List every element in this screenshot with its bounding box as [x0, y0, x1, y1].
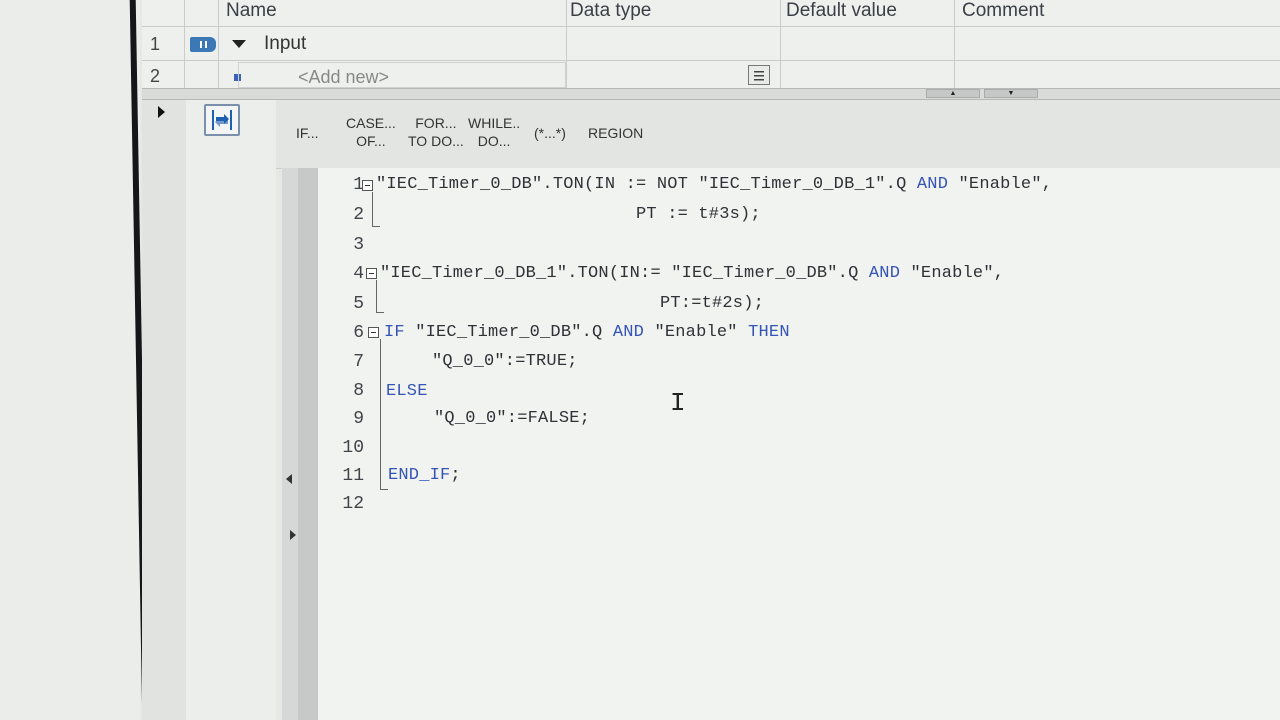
- fold-guide: [372, 192, 373, 226]
- left-margin: [0, 0, 140, 720]
- editor-side-panel: [186, 100, 276, 720]
- column-header-default-value[interactable]: Default value: [786, 0, 897, 24]
- vertical-scrollbar[interactable]: [282, 168, 298, 720]
- add-new-placeholder[interactable]: <Add new>: [298, 67, 389, 88]
- column-separator: [566, 0, 567, 90]
- input-section-name[interactable]: Input: [264, 33, 306, 55]
- column-separator: [184, 0, 185, 90]
- fold-guide: [380, 339, 381, 489]
- insert-if-button[interactable]: IF...: [296, 124, 319, 142]
- insert-case-button[interactable]: CASE... OF...: [346, 114, 396, 150]
- fold-guide: [376, 280, 377, 312]
- row-divider: [142, 60, 1280, 61]
- line-number: 3: [353, 235, 364, 255]
- line-number: 10: [342, 438, 364, 458]
- line-number: 1: [353, 175, 364, 195]
- line-number: 12: [342, 494, 364, 514]
- fold-guide: [372, 226, 380, 227]
- text-cursor-icon: I: [670, 388, 686, 418]
- fold-guide: [380, 489, 388, 490]
- line-number: 4: [353, 264, 364, 284]
- insert-for-button[interactable]: FOR... TO DO...: [408, 114, 464, 150]
- code-line-2[interactable]: PT := t#3s);: [636, 205, 761, 224]
- swap-arrows-icon: [212, 110, 232, 130]
- input-section-icon: [190, 37, 216, 52]
- line-number: 6: [353, 323, 364, 343]
- pane-splitter[interactable]: ▲ ▼: [142, 88, 1280, 100]
- code-line-4[interactable]: "IEC_Timer_0_DB_1".TON(IN:= "IEC_Timer_0…: [380, 264, 1004, 283]
- interface-table: Name Data type Default value Comment 1 I…: [142, 0, 1280, 92]
- instruction-toolbar: IF... CASE... OF... FOR... TO DO... WHILE.…: [276, 100, 1280, 169]
- column-header-name[interactable]: Name: [226, 0, 277, 24]
- line-number: 8: [353, 381, 364, 401]
- line-number: 9: [353, 409, 364, 429]
- insert-comment-button[interactable]: (*...*): [534, 124, 566, 142]
- code-line-7[interactable]: "Q_0_0":=TRUE;: [432, 352, 578, 371]
- fold-toggle-icon[interactable]: [366, 268, 377, 279]
- line-number: 2: [353, 205, 364, 225]
- scl-code-editor[interactable]: [318, 168, 1280, 720]
- fold-guide: [376, 312, 384, 313]
- column-header-data-type[interactable]: Data type: [570, 0, 651, 24]
- column-header-comment[interactable]: Comment: [962, 0, 1044, 24]
- fold-toggle-icon[interactable]: [362, 180, 373, 191]
- column-separator: [218, 0, 219, 90]
- data-type-dropdown-icon[interactable]: [748, 65, 770, 85]
- scroll-left-arrow-icon[interactable]: [286, 474, 292, 484]
- code-line-9[interactable]: "Q_0_0":=FALSE;: [434, 409, 590, 428]
- code-line-11[interactable]: END_IF;: [388, 466, 461, 485]
- row-number: 1: [150, 34, 161, 54]
- insert-region-button[interactable]: REGION: [588, 124, 643, 142]
- add-new-cell[interactable]: [238, 62, 566, 88]
- breakpoint-gutter[interactable]: [298, 168, 318, 720]
- column-separator: [780, 0, 781, 90]
- splitter-up-button[interactable]: ▲: [926, 89, 980, 98]
- line-number: 5: [353, 294, 364, 314]
- code-line-6[interactable]: IF "IEC_Timer_0_DB".Q AND "Enable" THEN: [384, 323, 790, 342]
- code-line-1[interactable]: "IEC_Timer_0_DB".TON(IN := NOT "IEC_Time…: [376, 175, 1052, 194]
- scroll-right-arrow-icon[interactable]: [290, 530, 296, 540]
- expand-triangle-icon[interactable]: [232, 40, 246, 48]
- insert-while-button[interactable]: WHILE.. DO...: [468, 114, 520, 150]
- toggle-view-button[interactable]: [204, 104, 240, 136]
- line-number: 11: [342, 466, 364, 486]
- code-line-5[interactable]: PT:=t#2s);: [660, 294, 764, 313]
- row-divider: [142, 26, 1280, 27]
- collapse-arrow-icon[interactable]: [158, 106, 165, 118]
- line-number: 7: [353, 352, 364, 372]
- fold-toggle-icon[interactable]: [368, 327, 379, 338]
- column-separator: [954, 0, 955, 90]
- code-line-8[interactable]: ELSE: [386, 382, 428, 401]
- splitter-down-button[interactable]: ▼: [984, 89, 1038, 98]
- row-number: 2: [150, 66, 161, 86]
